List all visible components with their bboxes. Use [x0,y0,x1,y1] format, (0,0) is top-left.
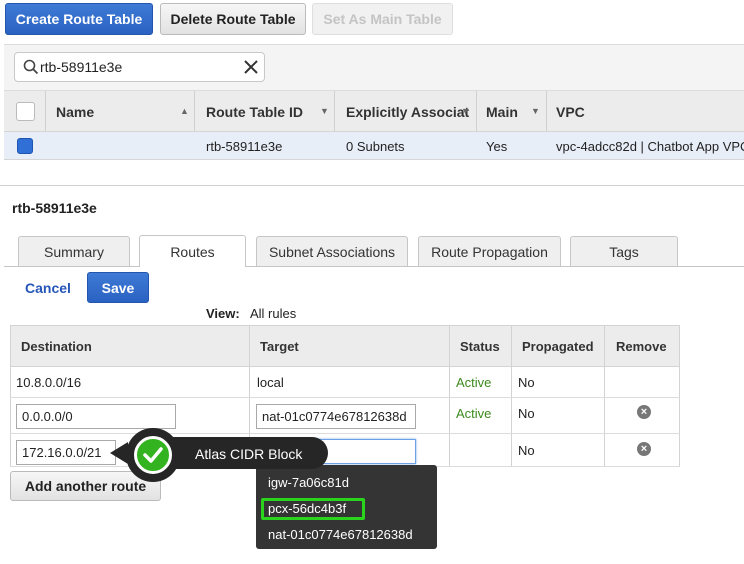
delete-route-table-button[interactable]: Delete Route Table [160,3,306,35]
target-dropdown-menu: igw-7a06c81d pcx-56dc4b3f nat-01c0774e67… [256,465,437,549]
search-input[interactable]: rtb-58911e3e [14,52,265,82]
sort-asc-icon[interactable]: ▲ [180,106,189,116]
sort-icon[interactable]: ▼ [320,106,329,116]
tab-summary[interactable]: Summary [18,236,130,267]
column-header-vpc[interactable]: VPC [556,104,585,120]
row-explicitly-associated: 0 Subnets [346,139,405,154]
column-header-route-table-id[interactable]: Route Table ID [206,104,303,120]
route-destination: 10.8.0.0/16 [16,375,82,390]
remove-route-icon[interactable]: × [637,405,651,419]
table-row[interactable]: rtb-58911e3e 0 Subnets Yes vpc-4adcc82d … [4,132,744,160]
detail-title: rtb-58911e3e [12,200,97,216]
tab-route-propagation[interactable]: Route Propagation [418,236,561,267]
tab-baseline [4,266,744,267]
route-status: Active [456,406,492,421]
cancel-button[interactable]: Cancel [25,280,71,296]
tab-tags[interactable]: Tags [570,236,678,267]
routes-header-target: Target [260,339,299,354]
panel-divider [0,185,744,186]
route-row [10,367,680,398]
clear-search-icon[interactable] [244,60,258,74]
sort-icon[interactable]: ▼ [531,106,540,116]
callout-text: Atlas CIDR Block [195,446,303,462]
routes-header-remove: Remove [616,339,667,354]
set-as-main-table-button[interactable]: Set As Main Table [312,3,453,35]
routes-header-propagated: Propagated [522,339,594,354]
row-vpc: vpc-4adcc82d | Chatbot App VPC [556,139,744,154]
tab-subnet-associations[interactable]: Subnet Associations [256,236,408,267]
search-icon [23,59,39,75]
column-header-name[interactable]: Name [56,104,94,120]
search-value: rtb-58911e3e [40,59,123,75]
routes-header-status: Status [460,339,500,354]
table-header: Name ▲ Route Table ID ▼ Explicitly Assoc… [4,90,744,133]
save-button[interactable]: Save [87,272,149,303]
tab-routes[interactable]: Routes [139,235,246,267]
destination-input[interactable]: 172.16.0.0/21 [16,440,116,465]
route-target: local [257,375,284,390]
route-propagated: No [518,375,535,390]
dropdown-option[interactable]: igw-7a06c81d [268,475,349,490]
checkmark-icon [134,436,172,474]
route-status: Active [456,375,492,390]
create-route-table-button[interactable]: Create Route Table [5,3,153,35]
remove-route-icon[interactable]: × [637,442,651,456]
row-route-table-id: rtb-58911e3e [206,139,283,154]
route-propagated: No [518,443,535,458]
dropdown-option[interactable]: nat-01c0774e67812638d [268,527,413,542]
select-all-checkbox[interactable] [16,102,35,121]
destination-input[interactable]: 0.0.0.0/0 [16,404,176,429]
view-label: View: [206,306,240,321]
row-checkbox[interactable] [17,138,33,154]
column-header-explicitly-associated[interactable]: Explicitly Associat [346,104,469,120]
target-input[interactable]: nat-01c0774e67812638d [256,404,416,429]
routes-header-destination: Destination [21,339,92,354]
dropdown-option-highlighted[interactable]: pcx-56dc4b3f [268,501,346,516]
view-filter-value[interactable]: All rules [250,306,296,321]
column-header-main[interactable]: Main [486,104,518,120]
row-main: Yes [486,139,508,154]
route-propagated: No [518,406,535,421]
sort-icon[interactable]: ▼ [461,106,470,116]
